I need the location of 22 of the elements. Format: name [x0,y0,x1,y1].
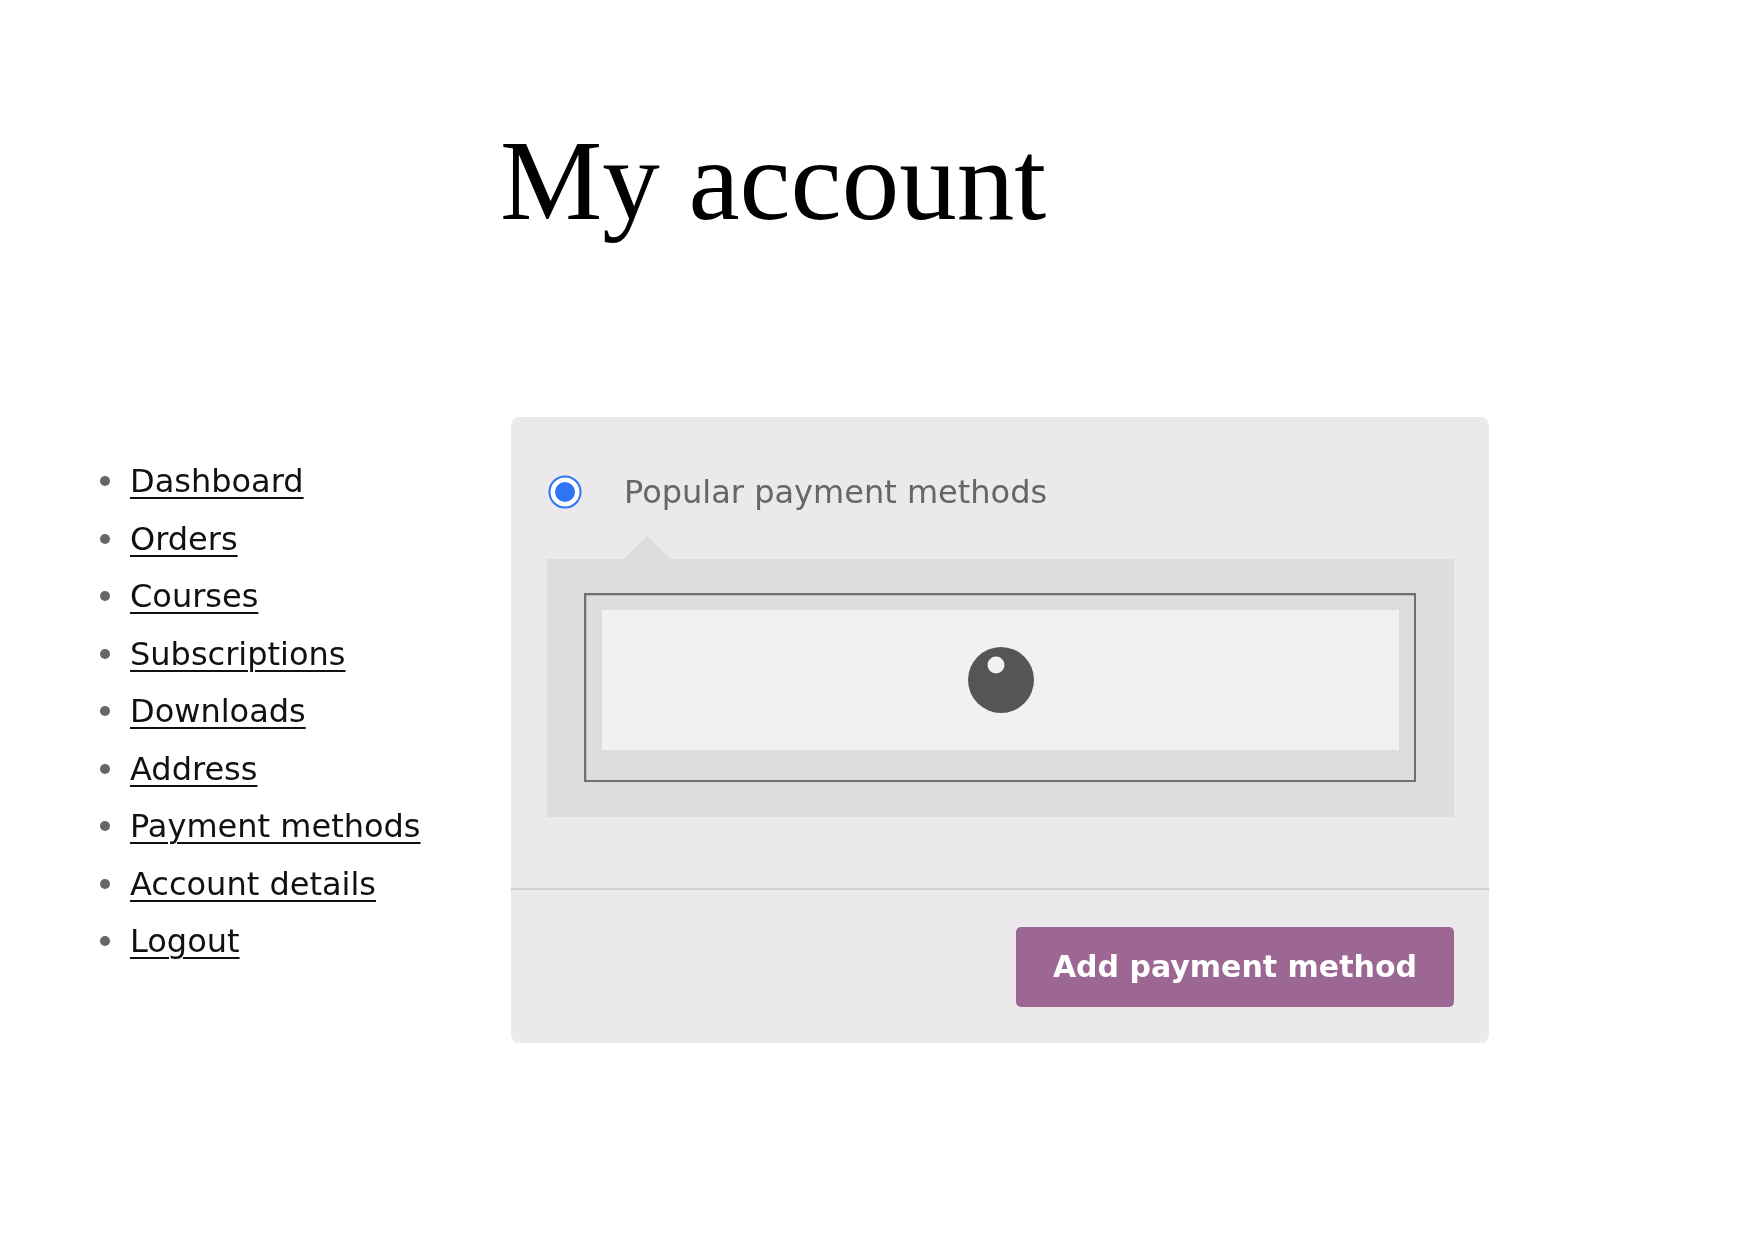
nav-link[interactable]: Logout [130,920,240,963]
bullet-icon [100,936,110,947]
payment-method-label: Popular payment methods [624,473,1048,510]
nav-link[interactable]: Dashboard [130,460,304,503]
nav-link[interactable]: Account details [130,862,376,905]
nav-link[interactable]: Courses [130,575,259,618]
nav-link[interactable]: Payment methods [130,805,421,848]
bullet-icon [100,591,110,602]
radio-button[interactable] [548,474,582,509]
bullet-icon [100,648,110,659]
bullet-icon [100,878,110,889]
bullet-icon [100,821,110,832]
nav-link[interactable]: Downloads [130,690,306,733]
bullet-icon [100,706,110,717]
nav-link[interactable]: Address [130,747,258,790]
bullet-icon [100,476,110,487]
nav-link[interactable]: Orders [130,517,238,560]
bullet-icon [100,763,110,774]
nav-link[interactable]: Subscriptions [130,632,346,675]
add-payment-method-button[interactable]: Add payment method [1015,926,1454,1007]
page-title: My account [500,118,1047,245]
bullet-icon [100,533,110,544]
